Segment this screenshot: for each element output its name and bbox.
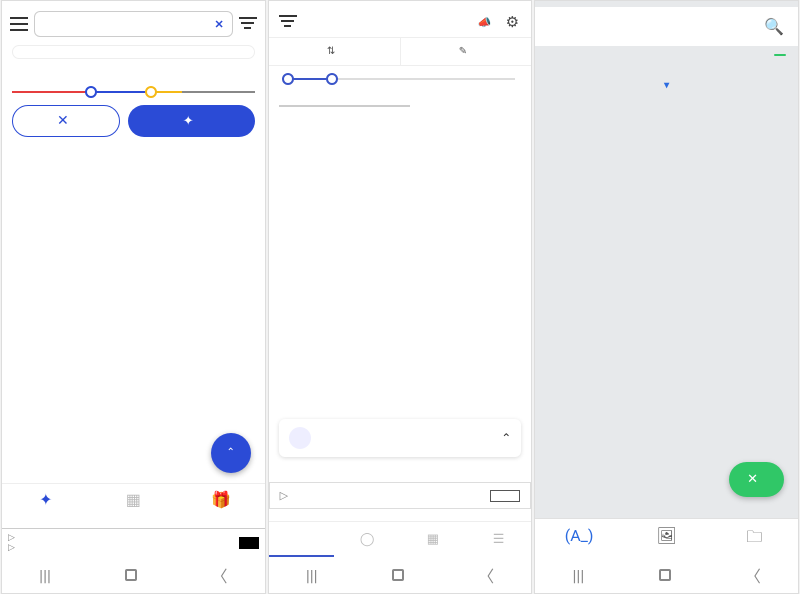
- menu-icon[interactable]: [10, 17, 28, 31]
- tab-generator[interactable]: ✦: [2, 490, 90, 509]
- ad-banner[interactable]: ▷: [269, 482, 532, 509]
- nav-home-icon[interactable]: [659, 569, 671, 581]
- smart-select-button[interactable]: ✕: [729, 462, 784, 497]
- mode-edit[interactable]: ✎: [401, 38, 532, 65]
- nav-back-icon[interactable]: 〈: [745, 563, 761, 587]
- nav-back-icon[interactable]: 〈: [478, 563, 494, 587]
- android-navbar: ||| 〈: [2, 557, 265, 593]
- clear-button[interactable]: ✕: [12, 105, 120, 137]
- search-bar[interactable]: 🔍: [535, 7, 798, 46]
- bottom-tabs: ✦ ▦ 🎁: [2, 483, 265, 515]
- nav-recent-icon[interactable]: |||: [39, 566, 51, 585]
- search-input[interactable]: [43, 17, 214, 31]
- menu-icon[interactable]: [279, 15, 297, 29]
- tab-photo[interactable]: 🖼: [623, 519, 711, 557]
- sort-icon: ⇅: [327, 46, 335, 57]
- filter-icon[interactable]: [239, 17, 257, 31]
- hashtag-card[interactable]: [279, 95, 410, 107]
- nav-home-icon[interactable]: [125, 569, 137, 581]
- nav-recent-icon[interactable]: |||: [306, 566, 318, 585]
- tab-chat[interactable]: ◯: [334, 522, 400, 557]
- tab-generator[interactable]: [269, 522, 335, 557]
- ad-open-button[interactable]: [490, 490, 520, 502]
- scroll-to-top-fab[interactable]: ⌃: [211, 433, 251, 473]
- notification-icon[interactable]: 📣: [475, 16, 493, 29]
- settings-icon[interactable]: ⚙: [503, 13, 521, 31]
- tab-category[interactable]: ▦: [90, 490, 178, 509]
- ad-cta-button[interactable]: [239, 537, 259, 549]
- section-header: [2, 143, 265, 151]
- show-more-button[interactable]: ▾: [535, 80, 798, 91]
- posts-range-slider[interactable]: [269, 66, 532, 91]
- selected-hashtags-bar[interactable]: ⌃: [279, 419, 522, 457]
- ad-banner[interactable]: ▷ ▷: [2, 528, 265, 557]
- tab-keywords[interactable]: (A_): [535, 519, 623, 557]
- frequency-slider[interactable]: [12, 67, 255, 97]
- android-navbar: ||| 〈: [535, 557, 798, 593]
- clear-search-icon[interactable]: ✕: [214, 18, 223, 31]
- chevron-up-icon: ⌃: [501, 431, 511, 445]
- difficulty-badge: [774, 54, 786, 56]
- rarity-header: [535, 46, 798, 64]
- edit-icon: ✎: [459, 46, 467, 57]
- mode-sort[interactable]: ⇅: [269, 38, 401, 65]
- search-icon[interactable]: 🔍: [764, 17, 784, 36]
- bottom-tabs: (A_) 🖼 🗀: [535, 518, 798, 557]
- bottom-tabs: ◯ ▦ ☰: [269, 521, 532, 557]
- android-navbar: ||| 〈: [269, 557, 532, 593]
- shuffle-icon: ✕: [747, 472, 758, 487]
- tab-grid[interactable]: ▦: [400, 522, 466, 557]
- chevron-down-icon: ▾: [664, 80, 669, 91]
- nav-recent-icon[interactable]: |||: [573, 566, 585, 585]
- tab-categories[interactable]: 🗀: [710, 519, 798, 557]
- nav-back-icon[interactable]: 〈: [212, 563, 228, 587]
- nav-home-icon[interactable]: [392, 569, 404, 581]
- keyword-input[interactable]: [12, 45, 255, 59]
- search-input-wrap[interactable]: ✕: [34, 11, 233, 37]
- tab-information[interactable]: 🎁: [177, 490, 265, 509]
- tab-list[interactable]: ☰: [466, 522, 532, 557]
- generate-button[interactable]: ✦: [128, 105, 255, 137]
